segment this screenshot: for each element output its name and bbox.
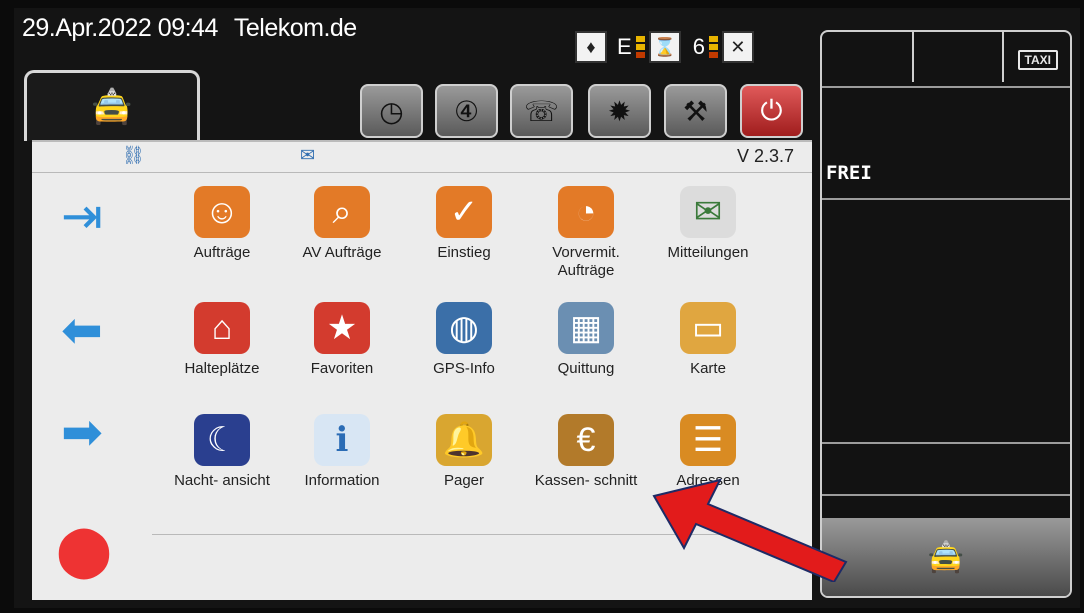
cash-register-icon: ▦ <box>558 302 614 354</box>
menu-item-mitteilungen[interactable]: ✉ Mitteilungen <box>648 186 768 262</box>
color-circles-button[interactable]: ⬤ <box>52 522 116 578</box>
car-icon: 🚖 <box>90 88 134 126</box>
status-free-label: FREI <box>826 162 872 184</box>
money-bag-icon: € <box>558 414 614 466</box>
menu-item-vorvermit[interactable]: ◔ Vorvermit. Aufträge <box>526 186 646 280</box>
indicator-6: 6 <box>692 34 705 59</box>
status-bar: 29.Apr.2022 09:44 Telekom.de <box>22 14 367 43</box>
divider <box>912 32 914 82</box>
bell-icon: 🔔 <box>436 414 492 466</box>
datetime: 29.Apr.2022 09:44 <box>22 14 218 42</box>
gps-signal-icon <box>708 35 718 59</box>
menu-item-av-auftraege[interactable]: ⌕ AV Aufträge <box>282 186 402 262</box>
menu-item-information[interactable]: ℹ Information <box>282 414 402 490</box>
divider <box>1002 32 1004 82</box>
globe-icon: ◍ <box>436 302 492 354</box>
monitor-moon-icon: ☾ <box>194 414 250 466</box>
envelope-icon: ✉ <box>680 186 736 238</box>
satellite-icon: ✹ <box>607 95 632 127</box>
satellite-button[interactable]: ✹ <box>588 84 651 138</box>
message-icon: ✉ <box>300 145 316 165</box>
arrow-right-icon: ➡ <box>61 404 103 460</box>
fourtwo-button[interactable]: ④ <box>435 84 498 138</box>
divider <box>822 198 1070 200</box>
logout-button[interactable]: ⇥ <box>50 188 114 244</box>
screwdriver-icon: ⚒ <box>682 95 709 127</box>
menu-item-halteplaetze[interactable]: ⌂ Halteplätze <box>162 302 282 378</box>
person-check-icon: ✓ <box>436 186 492 238</box>
menu-item-auftraege[interactable]: ☺ Aufträge <box>162 186 282 262</box>
indicator-e: E <box>617 34 632 59</box>
right-status-panel: TAXI FREI 🚖 <box>820 30 1072 598</box>
houses-icon: ⌂ <box>194 302 250 354</box>
emergency-button[interactable]: ⏻ <box>740 84 803 138</box>
info-icon: ℹ <box>314 414 370 466</box>
menu-item-pager[interactable]: 🔔 Pager <box>404 414 524 490</box>
menu-item-karte[interactable]: ▭ Karte <box>648 302 768 378</box>
hourglass-icon: ⌛ <box>648 31 681 63</box>
panel-header: ⛓ ✉ V 2.3.7 <box>32 142 812 173</box>
circle-4-icon: ④ <box>453 95 480 127</box>
tools-button[interactable]: ⚒ <box>664 84 727 138</box>
divider <box>822 86 1070 88</box>
satellite-icon: ✕ <box>721 31 754 63</box>
card-icon: ▭ <box>680 302 736 354</box>
person-icon: ☺ <box>194 186 250 238</box>
car-status-button[interactable]: 🚖 <box>822 518 1070 596</box>
menu-item-gps-info[interactable]: ◍ GPS-Info <box>404 302 524 378</box>
phone-button[interactable]: ☏ <box>510 84 573 138</box>
person-clock-icon: ◔ <box>558 186 614 238</box>
forward-button[interactable]: ➡ <box>50 404 114 460</box>
color-circles-icon: ⬤ <box>56 522 112 578</box>
phone-icon: ☏ <box>523 95 559 127</box>
divider <box>822 442 1070 444</box>
taxi-sign: TAXI <box>1017 50 1058 70</box>
clock-button[interactable]: ◷ <box>360 84 423 138</box>
menu-item-quittung[interactable]: ▦ Quittung <box>526 302 646 378</box>
divider <box>822 494 1070 496</box>
door-exit-icon: ⇥ <box>61 188 103 244</box>
arrow-left-icon: ⬅ <box>61 302 103 358</box>
menu-item-einstieg[interactable]: ✓ Einstieg <box>404 186 524 262</box>
back-button[interactable]: ⬅ <box>50 302 114 358</box>
menu-item-favoriten[interactable]: ★ Favoriten <box>282 302 402 378</box>
compass-icon: ♦ <box>575 31 607 63</box>
signal-bars-icon <box>635 35 645 59</box>
house-star-icon: ★ <box>314 302 370 354</box>
red-arrow-annotation <box>652 478 848 582</box>
network-icon: ⛓ <box>122 145 145 165</box>
operator: Telekom.de <box>233 14 357 42</box>
car-icon: 🚖 <box>927 540 965 574</box>
menu-item-kassenschnitt[interactable]: € Kassen- schnitt <box>526 414 646 490</box>
menu-item-nachtansicht[interactable]: ☾ Nacht- ansicht <box>162 414 282 490</box>
clock-icon: ◷ <box>379 95 404 127</box>
alarm-icon: ⏻ <box>760 94 783 126</box>
status-indicators: ♦ E ⌛ 6 ✕ <box>575 30 754 64</box>
address-book-icon: ☰ <box>680 414 736 466</box>
car-tab[interactable]: 🚖 <box>24 70 200 141</box>
version-label: V 2.3.7 <box>736 146 794 166</box>
person-search-icon: ⌕ <box>314 186 370 238</box>
